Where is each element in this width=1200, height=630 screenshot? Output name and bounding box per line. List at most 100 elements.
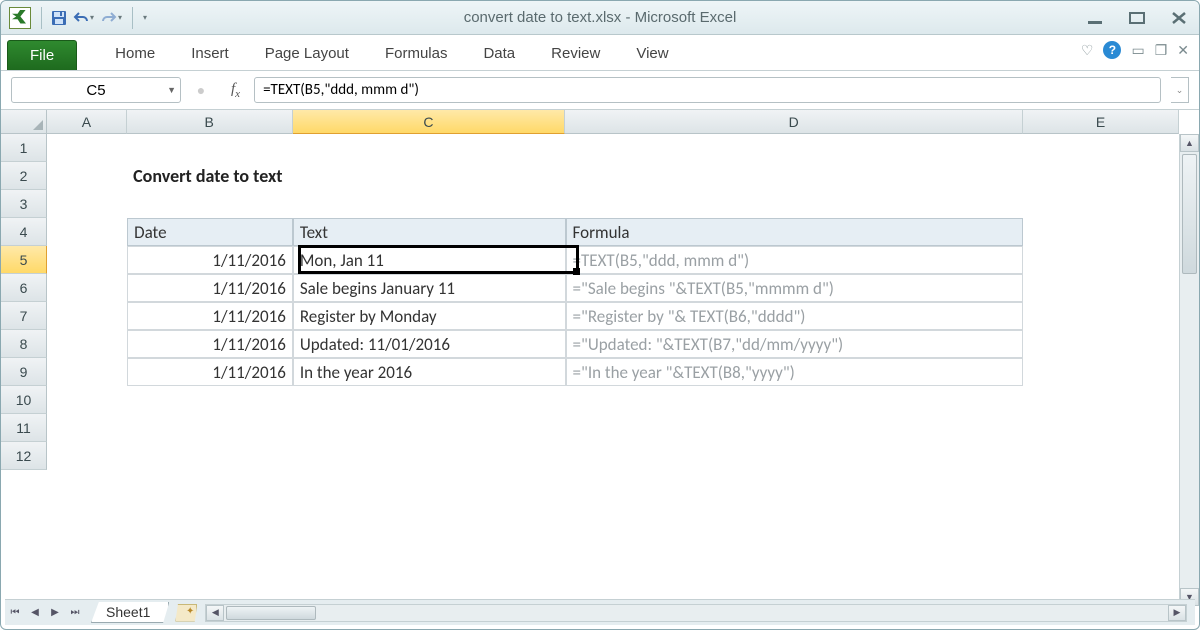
qat-customize-icon[interactable]: ▾	[143, 13, 151, 22]
cell-B6[interactable]: 1/11/2016	[127, 274, 293, 302]
select-all-corner[interactable]	[1, 110, 47, 134]
tab-data[interactable]: Data	[465, 39, 533, 70]
sheet-nav-next-icon[interactable]: ▶	[45, 603, 65, 623]
new-sheet-button[interactable]	[175, 604, 197, 622]
ribbon-minimize-icon[interactable]: ♡	[1081, 42, 1094, 59]
minimize-button[interactable]	[1083, 9, 1107, 27]
cell-E12[interactable]	[1023, 442, 1179, 470]
col-header-B[interactable]: B	[127, 110, 293, 134]
scroll-right-button[interactable]: ▶	[1168, 605, 1186, 621]
cell-C12[interactable]	[293, 442, 566, 470]
cell-B3[interactable]	[127, 190, 293, 218]
cell-C7[interactable]: Register by Monday	[293, 302, 566, 330]
tab-view[interactable]: View	[618, 39, 686, 70]
cell-B10[interactable]	[127, 386, 293, 414]
cell-D10[interactable]	[566, 386, 1024, 414]
col-header-D[interactable]: D	[565, 110, 1023, 134]
maximize-button[interactable]	[1125, 9, 1149, 27]
cell-D1[interactable]	[566, 134, 1024, 162]
cell-E10[interactable]	[1023, 386, 1179, 414]
namebox-dropdown-icon[interactable]: ▼	[167, 85, 176, 95]
cell-A11[interactable]	[47, 414, 127, 442]
help-icon[interactable]: ?	[1103, 41, 1121, 59]
cell-D7[interactable]: ="Register by "& TEXT(B6,"dddd")	[566, 302, 1024, 330]
cell-D9[interactable]: ="In the year "&TEXT(B8,"yyyy")	[566, 358, 1024, 386]
cell-B7[interactable]: 1/11/2016	[127, 302, 293, 330]
cell-C4[interactable]: Text	[293, 218, 566, 246]
scroll-left-button[interactable]: ◀	[206, 605, 224, 621]
cell-C9[interactable]: In the year 2016	[293, 358, 566, 386]
row-header-5[interactable]: 5	[1, 246, 47, 274]
cell-A7[interactable]	[47, 302, 127, 330]
tab-home[interactable]: Home	[97, 39, 173, 70]
tab-insert[interactable]: Insert	[173, 39, 247, 70]
col-header-E[interactable]: E	[1023, 110, 1179, 134]
excel-app-icon[interactable]	[9, 7, 31, 29]
cell-B1[interactable]	[127, 134, 293, 162]
cell-B5[interactable]: 1/11/2016	[127, 246, 293, 274]
redo-icon[interactable]	[98, 7, 120, 29]
cell-A6[interactable]	[47, 274, 127, 302]
cell-C2[interactable]	[293, 162, 566, 190]
row-header-3[interactable]: 3	[1, 190, 47, 218]
name-box[interactable]: C5 ▼	[11, 77, 181, 103]
file-tab[interactable]: File	[7, 40, 77, 70]
cell-E4[interactable]	[1023, 218, 1179, 246]
cell-A4[interactable]	[47, 218, 127, 246]
undo-dropdown-icon[interactable]: ▾	[90, 13, 98, 22]
col-header-A[interactable]: A	[47, 110, 127, 134]
window-close-icon[interactable]: ✕	[1177, 42, 1189, 59]
cell-D6[interactable]: ="Sale begins "&TEXT(B5,"mmmm d")	[566, 274, 1024, 302]
cell-E2[interactable]	[1023, 162, 1179, 190]
tab-page-layout[interactable]: Page Layout	[247, 39, 367, 70]
scroll-up-button[interactable]: ▲	[1180, 134, 1199, 152]
col-header-C[interactable]: C	[293, 110, 566, 134]
sheet-tab-sheet1[interactable]: Sheet1	[91, 602, 169, 623]
cell-B11[interactable]	[127, 414, 293, 442]
tab-review[interactable]: Review	[533, 39, 618, 70]
cell-E7[interactable]	[1023, 302, 1179, 330]
close-button[interactable]	[1167, 9, 1191, 27]
row-header-11[interactable]: 11	[1, 414, 47, 442]
cell-B4[interactable]: Date	[127, 218, 293, 246]
cell-B2[interactable]: Convert date to text	[127, 162, 293, 190]
row-header-9[interactable]: 9	[1, 358, 47, 386]
fx-icon[interactable]: fx	[227, 81, 244, 100]
cell-D11[interactable]	[566, 414, 1024, 442]
cell-B8[interactable]: 1/11/2016	[127, 330, 293, 358]
cell-E11[interactable]	[1023, 414, 1179, 442]
horizontal-scrollbar[interactable]: ◀ ▶	[205, 604, 1187, 622]
row-header-10[interactable]: 10	[1, 386, 47, 414]
cell-E1[interactable]	[1023, 134, 1179, 162]
cell-D12[interactable]	[566, 442, 1024, 470]
cell-E6[interactable]	[1023, 274, 1179, 302]
cell-A8[interactable]	[47, 330, 127, 358]
cell-D5[interactable]: =TEXT(B5,"ddd, mmm d")	[566, 246, 1024, 274]
cell-C11[interactable]	[293, 414, 566, 442]
cells-area[interactable]: Convert date to text DateTextFormula 1/1…	[47, 134, 1179, 606]
cell-B12[interactable]	[127, 442, 293, 470]
formula-cancel-icon[interactable]: ●	[191, 82, 211, 98]
row-header-2[interactable]: 2	[1, 162, 47, 190]
save-icon[interactable]	[48, 7, 70, 29]
cell-C8[interactable]: Updated: 11/01/2016	[293, 330, 566, 358]
cell-A10[interactable]	[47, 386, 127, 414]
cell-C5[interactable]: Mon, Jan 11	[293, 246, 566, 274]
cell-B9[interactable]: 1/11/2016	[127, 358, 293, 386]
window-minimize-icon[interactable]: ▭	[1131, 42, 1144, 59]
cell-E3[interactable]	[1023, 190, 1179, 218]
sheet-nav-first-icon[interactable]: ⏮	[5, 603, 25, 623]
cell-E9[interactable]	[1023, 358, 1179, 386]
sheet-nav-prev-icon[interactable]: ◀	[25, 603, 45, 623]
row-header-1[interactable]: 1	[1, 134, 47, 162]
cell-D4[interactable]: Formula	[566, 218, 1024, 246]
cell-A5[interactable]	[47, 246, 127, 274]
horizontal-scroll-thumb[interactable]	[226, 606, 316, 620]
cell-D8[interactable]: ="Updated: "&TEXT(B7,"dd/mm/yyyy")	[566, 330, 1024, 358]
formula-bar[interactable]: =TEXT(B5,"ddd, mmm d")	[254, 77, 1161, 103]
cell-D2[interactable]	[566, 162, 1024, 190]
vertical-scrollbar[interactable]: ▲ ▼	[1179, 134, 1199, 606]
cell-A1[interactable]	[47, 134, 127, 162]
cell-C1[interactable]	[293, 134, 566, 162]
row-header-8[interactable]: 8	[1, 330, 47, 358]
